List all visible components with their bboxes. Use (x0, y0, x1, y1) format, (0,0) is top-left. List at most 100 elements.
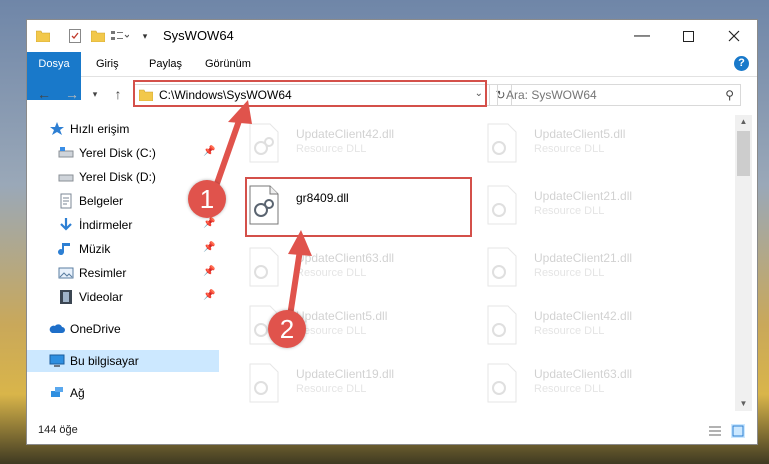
ribbon: Dosya Giriş Paylaş Görünüm ? (27, 52, 757, 100)
item-count: 144 öğe (38, 424, 78, 436)
pictures-icon (58, 267, 74, 279)
scroll-thumb[interactable] (737, 131, 750, 176)
back-arrow-icon[interactable]: ← (35, 83, 53, 105)
list-item[interactable]: UpdateClient21.dll Resource DLL (485, 183, 705, 231)
sidebar-item-label: Ağ (70, 386, 85, 400)
star-icon (50, 122, 64, 135)
file-name: UpdateClient42.dll (296, 127, 395, 141)
tab-home[interactable]: Giriş (85, 52, 130, 76)
properties-icon[interactable] (68, 28, 82, 44)
file-name: UpdateClient5.dll (534, 127, 626, 141)
tab-view[interactable]: Görünüm (194, 52, 262, 76)
title-bar: ▾ SysWOW64 — (27, 20, 757, 52)
sidebar-item-label: İndirmeler (79, 218, 133, 232)
cloud-icon (49, 324, 65, 333)
file-list: UpdateClient42.dll Resource DLL gr8409.d… (237, 115, 735, 411)
drive-icon (58, 174, 74, 182)
sidebar-item-label: Videolar (79, 290, 123, 304)
new-folder-icon[interactable] (91, 28, 105, 44)
details-view-icon[interactable] (708, 424, 722, 438)
pin-icon[interactable]: 📌 (203, 290, 215, 301)
sidebar-item-downloads[interactable]: İndirmeler 📌 (27, 214, 219, 236)
sidebar-item-quick-access[interactable]: Hızlı erişim (27, 118, 219, 140)
pin-icon[interactable]: 📌 (203, 266, 215, 277)
file-name: UpdateClient21.dll (534, 189, 633, 203)
help-icon[interactable]: ? (734, 56, 749, 71)
file-description: Resource DLL (296, 267, 367, 279)
sidebar-item-music[interactable]: Müzik 📌 (27, 238, 219, 260)
search-input[interactable] (504, 87, 708, 103)
list-item[interactable]: UpdateClient19.dll Resource DLL (247, 361, 467, 409)
pin-icon[interactable]: 📌 (203, 146, 215, 157)
recent-locations-icon[interactable]: ▾ (89, 83, 101, 105)
dll-file-icon (249, 123, 279, 163)
navigation-pane: Hızlı erişim Yerel Disk (C:) 📌 Yerel Dis… (27, 115, 219, 411)
window-title: SysWOW64 (163, 28, 234, 43)
step-1-badge: 1 (188, 180, 226, 218)
list-item[interactable]: UpdateClient42.dll Resource DLL (485, 303, 705, 351)
dll-file-icon (487, 123, 517, 163)
file-description: Resource DLL (534, 325, 605, 337)
pin-icon[interactable]: 📌 (203, 218, 215, 229)
drive-icon (58, 147, 74, 158)
file-name: UpdateClient63.dll (296, 251, 395, 265)
file-description: Resource DLL (534, 383, 605, 395)
file-description: Resource DLL (296, 143, 367, 155)
address-highlight-box (133, 80, 487, 107)
search-icon[interactable]: ⚲ (725, 88, 734, 102)
dll-file-icon (249, 247, 279, 287)
tab-share[interactable]: Paylaş (138, 52, 193, 76)
list-item[interactable]: UpdateClient21.dll Resource DLL (485, 245, 705, 293)
forward-arrow-icon[interactable]: → (63, 83, 81, 105)
sidebar-item-label: Müzik (79, 242, 111, 256)
file-name: UpdateClient63.dll (534, 367, 633, 381)
search-box[interactable]: ⚲ (497, 84, 741, 106)
sidebar-item-videos[interactable]: Videolar 📌 (27, 286, 219, 308)
view-options-icon[interactable] (111, 28, 129, 44)
file-description: Resource DLL (296, 325, 367, 337)
pin-icon[interactable]: 📌 (203, 242, 215, 253)
file-description: Resource DLL (296, 383, 367, 395)
file-name: UpdateClient5.dll (296, 309, 388, 323)
up-arrow-icon[interactable]: ↑ (109, 83, 127, 105)
sidebar-item-label: Resimler (79, 266, 127, 280)
file-name: UpdateClient19.dll (296, 367, 395, 381)
file-name: UpdateClient42.dll (534, 309, 633, 323)
sidebar-item-label: Bu bilgisayar (70, 354, 139, 368)
large-icons-view-icon[interactable] (731, 424, 745, 438)
sidebar-item-onedrive[interactable]: OneDrive (27, 318, 219, 340)
folder-icon (36, 28, 50, 44)
network-icon (51, 387, 63, 397)
sidebar-item-label: Yerel Disk (C:) (79, 146, 156, 160)
sidebar-item-label: Yerel Disk (D:) (79, 170, 156, 184)
sidebar-item-local-disk-c[interactable]: Yerel Disk (C:) 📌 (27, 142, 219, 164)
scroll-down-icon[interactable]: ▼ (735, 397, 752, 411)
sidebar-item-network[interactable]: Ağ (27, 382, 219, 404)
customize-toolbar-icon[interactable]: ▾ (140, 28, 150, 44)
scroll-up-icon[interactable]: ▲ (735, 115, 752, 129)
sidebar-item-label: Hızlı erişim (70, 122, 130, 136)
list-item[interactable]: UpdateClient63.dll Resource DLL (247, 245, 467, 293)
dll-file-icon (249, 363, 279, 403)
sidebar-item-label: OneDrive (70, 322, 121, 336)
sidebar-item-this-pc[interactable]: Bu bilgisayar (27, 350, 219, 372)
document-icon (60, 193, 72, 209)
download-icon (60, 218, 72, 231)
computer-icon (49, 354, 65, 367)
vertical-scrollbar[interactable]: ▲ ▼ (735, 115, 752, 411)
sidebar-item-label: Belgeler (79, 194, 124, 208)
list-item[interactable]: UpdateClient42.dll Resource DLL (247, 121, 467, 169)
file-description: Resource DLL (534, 267, 605, 279)
sidebar-item-pictures[interactable]: Resimler 📌 (27, 262, 219, 284)
dll-file-icon (487, 363, 517, 403)
file-highlight-box (245, 177, 472, 237)
list-item[interactable]: UpdateClient5.dll Resource DLL (485, 121, 705, 169)
film-icon (60, 290, 72, 304)
sidebar-item-local-disk-d[interactable]: Yerel Disk (D:) (27, 166, 219, 188)
close-button[interactable] (711, 20, 757, 52)
maximize-button[interactable] (665, 20, 711, 52)
list-item[interactable]: UpdateClient63.dll Resource DLL (485, 361, 705, 409)
file-name: UpdateClient21.dll (534, 251, 633, 265)
minimize-button[interactable]: — (619, 20, 665, 52)
dll-file-icon (487, 247, 517, 287)
